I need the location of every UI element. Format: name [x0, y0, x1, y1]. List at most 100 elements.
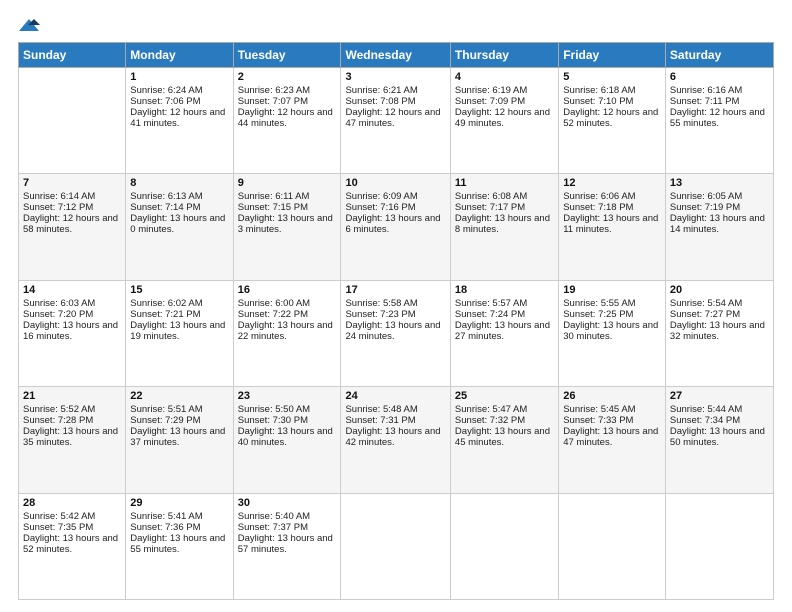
calendar-day-cell: 3 Sunrise: 6:21 AM Sunset: 7:08 PM Dayli… [341, 68, 450, 174]
calendar-week-row: 1 Sunrise: 6:24 AM Sunset: 7:06 PM Dayli… [19, 68, 774, 174]
day-number: 2 [238, 71, 337, 83]
day-number: 3 [345, 71, 445, 83]
calendar-day-cell: 27 Sunrise: 5:44 AM Sunset: 7:34 PM Dayl… [665, 387, 773, 493]
calendar-header-cell: Thursday [450, 43, 558, 68]
calendar-header-cell: Tuesday [233, 43, 341, 68]
day-number: 21 [23, 390, 121, 402]
sunset-text: Sunset: 7:28 PM [23, 415, 121, 426]
sunset-text: Sunset: 7:17 PM [455, 202, 554, 213]
sunset-text: Sunset: 7:15 PM [238, 202, 337, 213]
sunset-text: Sunset: 7:06 PM [130, 96, 228, 107]
sunset-text: Sunset: 7:30 PM [238, 415, 337, 426]
calendar-day-cell: 7 Sunrise: 6:14 AM Sunset: 7:12 PM Dayli… [19, 174, 126, 280]
sunset-text: Sunset: 7:23 PM [345, 309, 445, 320]
logo-icon [18, 18, 40, 32]
day-number: 12 [563, 177, 661, 189]
sunrise-text: Sunrise: 5:44 AM [670, 404, 769, 415]
logo [18, 18, 40, 34]
calendar-day-cell: 12 Sunrise: 6:06 AM Sunset: 7:18 PM Dayl… [559, 174, 666, 280]
sunset-text: Sunset: 7:37 PM [238, 522, 337, 533]
daylight-text: Daylight: 13 hours and 45 minutes. [455, 426, 554, 448]
daylight-text: Daylight: 12 hours and 41 minutes. [130, 107, 228, 129]
sunset-text: Sunset: 7:36 PM [130, 522, 228, 533]
day-number: 17 [345, 284, 445, 296]
daylight-text: Daylight: 13 hours and 0 minutes. [130, 213, 228, 235]
sunrise-text: Sunrise: 6:03 AM [23, 298, 121, 309]
sunrise-text: Sunrise: 6:05 AM [670, 191, 769, 202]
daylight-text: Daylight: 13 hours and 16 minutes. [23, 320, 121, 342]
sunset-text: Sunset: 7:29 PM [130, 415, 228, 426]
day-number: 29 [130, 497, 228, 509]
calendar-day-cell: 25 Sunrise: 5:47 AM Sunset: 7:32 PM Dayl… [450, 387, 558, 493]
daylight-text: Daylight: 13 hours and 30 minutes. [563, 320, 661, 342]
sunrise-text: Sunrise: 6:08 AM [455, 191, 554, 202]
calendar-day-cell: 13 Sunrise: 6:05 AM Sunset: 7:19 PM Dayl… [665, 174, 773, 280]
sunrise-text: Sunrise: 6:06 AM [563, 191, 661, 202]
calendar-week-row: 7 Sunrise: 6:14 AM Sunset: 7:12 PM Dayli… [19, 174, 774, 280]
sunrise-text: Sunrise: 6:11 AM [238, 191, 337, 202]
daylight-text: Daylight: 13 hours and 42 minutes. [345, 426, 445, 448]
calendar-week-row: 14 Sunrise: 6:03 AM Sunset: 7:20 PM Dayl… [19, 280, 774, 386]
calendar-day-cell [665, 493, 773, 599]
sunset-text: Sunset: 7:27 PM [670, 309, 769, 320]
daylight-text: Daylight: 13 hours and 40 minutes. [238, 426, 337, 448]
calendar-day-cell: 29 Sunrise: 5:41 AM Sunset: 7:36 PM Dayl… [126, 493, 233, 599]
sunrise-text: Sunrise: 6:18 AM [563, 85, 661, 96]
calendar-day-cell: 6 Sunrise: 6:16 AM Sunset: 7:11 PM Dayli… [665, 68, 773, 174]
daylight-text: Daylight: 13 hours and 6 minutes. [345, 213, 445, 235]
daylight-text: Daylight: 12 hours and 44 minutes. [238, 107, 337, 129]
sunrise-text: Sunrise: 5:45 AM [563, 404, 661, 415]
day-number: 8 [130, 177, 228, 189]
calendar-header-cell: Sunday [19, 43, 126, 68]
daylight-text: Daylight: 13 hours and 47 minutes. [563, 426, 661, 448]
sunrise-text: Sunrise: 6:16 AM [670, 85, 769, 96]
day-number: 23 [238, 390, 337, 402]
sunset-text: Sunset: 7:12 PM [23, 202, 121, 213]
sunrise-text: Sunrise: 5:58 AM [345, 298, 445, 309]
calendar-day-cell [19, 68, 126, 174]
calendar-body: 1 Sunrise: 6:24 AM Sunset: 7:06 PM Dayli… [19, 68, 774, 600]
daylight-text: Daylight: 13 hours and 3 minutes. [238, 213, 337, 235]
sunrise-text: Sunrise: 5:47 AM [455, 404, 554, 415]
sunrise-text: Sunrise: 5:42 AM [23, 511, 121, 522]
sunset-text: Sunset: 7:33 PM [563, 415, 661, 426]
day-number: 26 [563, 390, 661, 402]
sunrise-text: Sunrise: 6:02 AM [130, 298, 228, 309]
day-number: 15 [130, 284, 228, 296]
header [18, 18, 774, 34]
calendar-day-cell: 24 Sunrise: 5:48 AM Sunset: 7:31 PM Dayl… [341, 387, 450, 493]
day-number: 11 [455, 177, 554, 189]
calendar-day-cell: 21 Sunrise: 5:52 AM Sunset: 7:28 PM Dayl… [19, 387, 126, 493]
day-number: 5 [563, 71, 661, 83]
sunrise-text: Sunrise: 6:09 AM [345, 191, 445, 202]
day-number: 22 [130, 390, 228, 402]
calendar-day-cell: 4 Sunrise: 6:19 AM Sunset: 7:09 PM Dayli… [450, 68, 558, 174]
day-number: 13 [670, 177, 769, 189]
sunrise-text: Sunrise: 5:54 AM [670, 298, 769, 309]
sunrise-text: Sunrise: 6:00 AM [238, 298, 337, 309]
daylight-text: Daylight: 13 hours and 50 minutes. [670, 426, 769, 448]
sunset-text: Sunset: 7:21 PM [130, 309, 228, 320]
sunrise-text: Sunrise: 5:51 AM [130, 404, 228, 415]
sunset-text: Sunset: 7:32 PM [455, 415, 554, 426]
calendar-day-cell: 14 Sunrise: 6:03 AM Sunset: 7:20 PM Dayl… [19, 280, 126, 386]
calendar-day-cell: 18 Sunrise: 5:57 AM Sunset: 7:24 PM Dayl… [450, 280, 558, 386]
calendar-header-cell: Wednesday [341, 43, 450, 68]
sunrise-text: Sunrise: 5:55 AM [563, 298, 661, 309]
daylight-text: Daylight: 13 hours and 8 minutes. [455, 213, 554, 235]
calendar-day-cell: 5 Sunrise: 6:18 AM Sunset: 7:10 PM Dayli… [559, 68, 666, 174]
calendar-day-cell: 16 Sunrise: 6:00 AM Sunset: 7:22 PM Dayl… [233, 280, 341, 386]
calendar-day-cell [559, 493, 666, 599]
sunrise-text: Sunrise: 6:21 AM [345, 85, 445, 96]
sunset-text: Sunset: 7:08 PM [345, 96, 445, 107]
day-number: 14 [23, 284, 121, 296]
daylight-text: Daylight: 12 hours and 55 minutes. [670, 107, 769, 129]
daylight-text: Daylight: 13 hours and 11 minutes. [563, 213, 661, 235]
sunset-text: Sunset: 7:09 PM [455, 96, 554, 107]
calendar-day-cell: 11 Sunrise: 6:08 AM Sunset: 7:17 PM Dayl… [450, 174, 558, 280]
day-number: 27 [670, 390, 769, 402]
sunset-text: Sunset: 7:11 PM [670, 96, 769, 107]
daylight-text: Daylight: 13 hours and 24 minutes. [345, 320, 445, 342]
calendar-day-cell: 26 Sunrise: 5:45 AM Sunset: 7:33 PM Dayl… [559, 387, 666, 493]
sunrise-text: Sunrise: 5:40 AM [238, 511, 337, 522]
